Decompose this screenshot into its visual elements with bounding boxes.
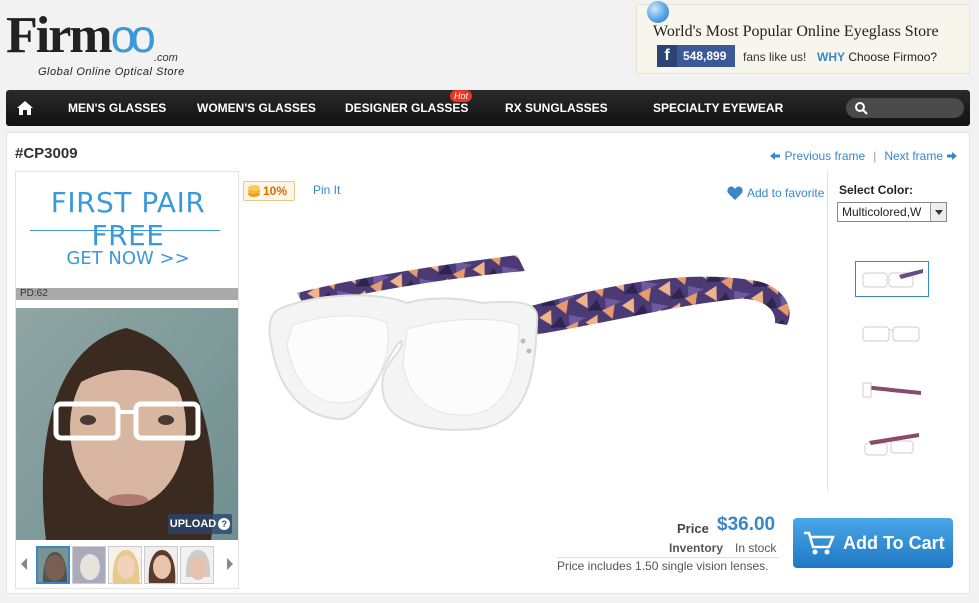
add-to-cart-button[interactable]: Add To Cart: [793, 518, 953, 568]
logo[interactable]: Firmoo .com Global Online Optical Store: [6, 6, 216, 82]
arrow-left-icon[interactable]: [770, 151, 781, 161]
alt-view-thumbnail[interactable]: [855, 261, 929, 297]
nav-item-womens-glasses[interactable]: WOMEN'S GLASSES: [197, 90, 316, 126]
facebook-icon: f: [657, 45, 677, 67]
main-nav: MEN'S GLASSES WOMEN'S GLASSES DESIGNER G…: [6, 90, 970, 126]
nav-item-mens-glasses[interactable]: MEN'S GLASSES: [68, 90, 166, 126]
tryon-preview: [16, 308, 238, 540]
model-thumbnail[interactable]: [144, 546, 178, 584]
promo-title: World's Most Popular Online Eyeglass Sto…: [653, 23, 939, 40]
price-label: Price: [677, 521, 709, 536]
facebook-fan-count: 548,899: [683, 49, 727, 63]
banner-divider: [30, 230, 220, 231]
nav-item-specialty-eyewear[interactable]: SPECIALTY EYEWEAR: [653, 90, 783, 126]
upload-photo-button[interactable]: UPLOAD ?: [168, 514, 232, 534]
fans-text: fans like us!: [743, 50, 807, 64]
heart-icon: [727, 186, 743, 200]
chevron-right-icon[interactable]: [226, 558, 234, 570]
select-color-label: Select Color:: [839, 183, 914, 197]
home-icon[interactable]: [16, 99, 34, 117]
search-input[interactable]: [846, 98, 964, 118]
first-pair-free-banner[interactable]: FIRST PAIR FREE: [26, 186, 230, 252]
hot-badge: Hot: [450, 90, 473, 102]
inventory-label: Inventory: [669, 541, 724, 555]
help-icon: ?: [218, 518, 231, 530]
frame-navigation: Previous frame | Next frame: [770, 149, 957, 163]
next-frame-link[interactable]: Next frame: [884, 149, 943, 163]
model-thumbnail[interactable]: [72, 546, 106, 584]
logo-tagline: Global Online Optical Store: [38, 66, 185, 78]
model-thumbnail[interactable]: [180, 546, 214, 584]
cart-icon: [804, 531, 835, 555]
page: Firmoo .com Global Online Optical Store …: [0, 0, 979, 603]
model-thumbnail[interactable]: [108, 546, 142, 584]
model-thumbnail[interactable]: [36, 546, 70, 584]
get-now-link[interactable]: GET NOW >>: [26, 248, 230, 269]
chevron-left-icon[interactable]: [20, 558, 28, 570]
price-value: $36.00: [717, 514, 776, 535]
model-thumbnail-strip: [16, 542, 238, 588]
nav-separator: |: [873, 149, 877, 163]
water-drop-icon: [647, 1, 669, 23]
search-icon[interactable]: [854, 101, 868, 115]
coins-badge[interactable]: 10%: [243, 181, 295, 201]
alt-view-thumbnail[interactable]: [855, 371, 929, 407]
logo-domain: .com: [154, 52, 178, 64]
arrow-right-icon[interactable]: [947, 151, 957, 161]
promo-box: World's Most Popular Online Eyeglass Sto…: [636, 1, 970, 74]
product-panel: #CP3009 Previous frame | Next frame FIRS…: [6, 132, 970, 594]
color-select[interactable]: Multicolored,W: [837, 202, 947, 222]
column-divider: [827, 171, 828, 491]
coin-icon: [248, 185, 260, 197]
chevron-down-icon[interactable]: [930, 203, 946, 221]
tryon-face-image: [16, 308, 238, 540]
pd-label: PD:62: [16, 288, 238, 300]
why-choose-link[interactable]: WHY Choose Firmoo?: [817, 50, 937, 64]
virtual-tryon-column: FIRST PAIR FREE GET NOW >> PD:62 UPLOAD …: [15, 171, 239, 589]
inventory-value: In stock: [735, 541, 777, 555]
product-main-image: [268, 255, 790, 431]
product-sku: #CP3009: [15, 145, 78, 162]
nav-item-rx-sunglasses[interactable]: RX SUNGLASSES: [505, 90, 608, 126]
alt-view-thumbnail[interactable]: [855, 427, 929, 463]
logo-wordmark: Firmoo: [6, 7, 156, 64]
add-to-favorite-link[interactable]: Add to favorite: [727, 186, 824, 200]
pin-it-link[interactable]: Pin It: [313, 183, 340, 197]
previous-frame-link[interactable]: Previous frame: [784, 149, 865, 163]
facebook-like-badge[interactable]: f 548,899: [657, 45, 735, 67]
price-note: Price includes 1.50 single vision lenses…: [557, 557, 779, 573]
alt-view-thumbnail[interactable]: [855, 315, 929, 351]
